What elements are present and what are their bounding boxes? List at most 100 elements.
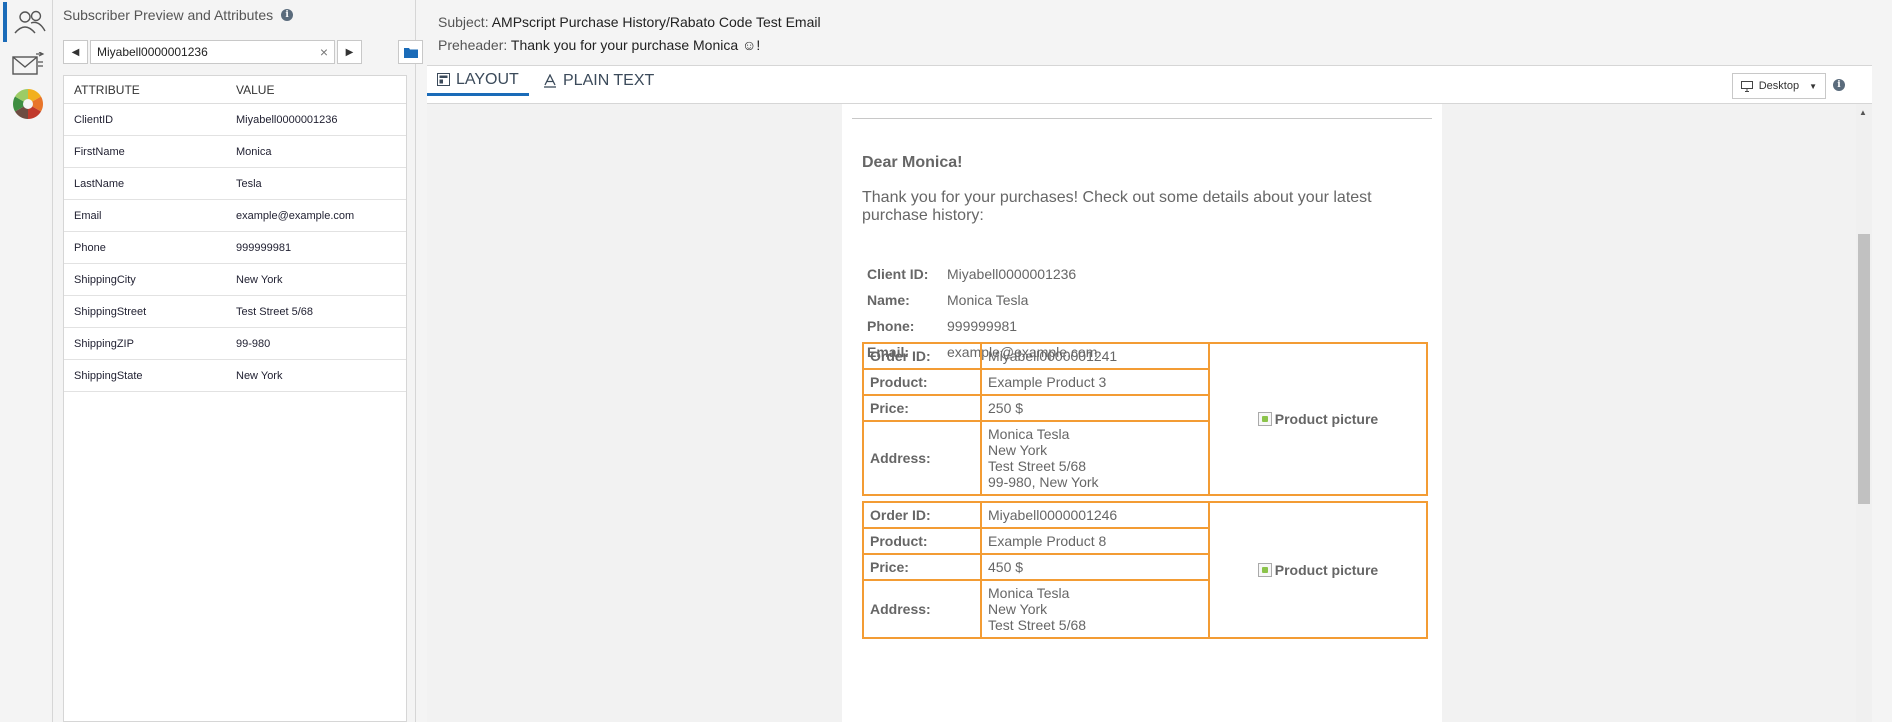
order-id-label: Order ID: [864,344,982,368]
scroll-up-icon[interactable]: ▲ [1859,108,1867,117]
subject-text: AMPscript Purchase History/Rabato Code T… [491,14,821,30]
product-picture-alt: Product picture [1274,411,1379,427]
layout-icon [437,73,450,86]
order-id-value: Miyabell0000001241 [982,344,1210,368]
product-picture: Product picture [1210,503,1426,637]
client-info-row: Phone: 999999981 [867,313,1097,339]
attribute-row[interactable]: Email example@example.com [64,200,406,232]
scroll-thumb[interactable] [1858,234,1870,504]
attribute-row[interactable]: ShippingStreet Test Street 5/68 [64,296,406,328]
product-value: Example Product 8 [982,529,1210,553]
attribute-name: ShippingStreet [74,305,147,318]
price-label: Price: [864,396,982,420]
broken-image-icon [1257,563,1272,577]
address-value: Monica Tesla New York Test Street 5/68 99-9… [982,422,1210,494]
caret-down-icon: ▼ [1809,81,1817,91]
attribute-row[interactable]: Phone 999999981 [64,232,406,264]
address-label: Address: [864,581,982,637]
subscriber-search-value: Miyabell0000001236 [97,45,208,59]
attribute-table: ATTRIBUTE VALUE ClientID Miyabell00000012… [63,75,407,722]
product-label: Product: [864,370,982,394]
attribute-row[interactable]: ShippingState New York [64,360,406,392]
browse-folder-button[interactable] [398,40,423,64]
divider [852,118,1432,119]
chevron-right-icon: ▶ [345,46,354,58]
attribute-name: FirstName [74,145,125,158]
address-line: Monica Tesla [988,585,1070,601]
preview-scrollbar[interactable]: ▲ [1856,104,1872,722]
product-label: Product: [864,529,982,553]
attribute-value: New York [236,273,283,286]
email-body: Dear Monica! Thank you for your purchase… [842,104,1442,722]
attribute-value: 99-980 [236,337,271,350]
client-info-label: Client ID: [867,266,929,282]
panel-header: Subscriber Preview and Attributes i [63,7,294,23]
attribute-row[interactable]: LastName Tesla [64,168,406,200]
attribute-value: example@example.com [236,209,355,222]
attribute-value: Test Street 5/68 [236,305,314,318]
rail-subscribers[interactable] [3,2,53,42]
attribute-row[interactable]: ShippingZIP 99-980 [64,328,406,360]
broken-image-icon [1257,412,1272,426]
info-icon[interactable]: i [281,9,294,21]
attribute-name: ShippingZIP [74,337,134,350]
attribute-value: 999999981 [236,241,292,254]
client-info-label: Name: [867,292,910,308]
subscriber-panel: Subscriber Preview and Attributes i ◀ Mi… [54,0,423,722]
preheader-label: Preheader: [438,37,508,53]
attribute-name: ShippingCity [74,273,136,286]
color-wheel-icon [12,89,44,119]
attribute-value: Monica [236,145,272,158]
attribute-row[interactable]: FirstName Monica [64,136,406,168]
address-label: Address: [864,422,982,494]
column-header-value: VALUE [236,82,275,97]
price-value: 250 $ [982,396,1210,420]
attribute-name: LastName [74,177,125,190]
order-table: Order ID: Miyabell0000001246 Product: Examp… [862,501,1428,639]
tab-layout-label: LAYOUT [456,70,519,88]
email-greeting: Dear Monica! [862,154,963,171]
device-info-icon[interactable]: i [1833,79,1845,91]
attribute-table-header: ATTRIBUTE VALUE [64,76,406,104]
device-selector[interactable]: Desktop ▼ [1731,73,1826,99]
client-info-row: Client ID: Miyabell0000001236 [867,261,1097,287]
order-id-label: Order ID: [864,503,982,527]
panel-title: Subscriber Preview and Attributes [63,7,274,23]
order-id-value: Miyabell0000001246 [982,503,1210,527]
address-line: New York [988,601,1048,617]
price-value: 450 $ [982,555,1210,579]
address-line: 99-980, New York [988,474,1099,490]
subject-line: Subject: AMPscript Purchase History/Raba… [438,14,821,30]
attribute-row[interactable]: ShippingCity New York [64,264,406,296]
attribute-name: ClientID [74,113,114,126]
subject-label: Subject: [438,14,489,30]
client-info-value: 999999981 [947,318,1018,334]
subscriber-search-input[interactable]: Miyabell0000001236 × [90,40,335,64]
attribute-name: Email [74,209,102,222]
attribute-name: ShippingState [74,369,143,382]
product-value: Example Product 3 [982,370,1210,394]
product-picture-alt: Product picture [1274,562,1379,578]
attribute-value: New York [236,369,283,382]
tab-layout[interactable]: LAYOUT [427,66,529,96]
rail-color[interactable] [3,84,53,124]
address-line: New York [988,442,1048,458]
main-preview-area: Subject: AMPscript Purchase History/Raba… [427,0,1892,722]
chevron-left-icon: ◀ [71,46,80,58]
email-header-info: Subject: AMPscript Purchase History/Raba… [427,0,1872,66]
previous-subscriber-button[interactable]: ◀ [63,40,88,64]
address-value: Monica Tesla New York Test Street 5/68 [982,581,1210,637]
clear-icon[interactable]: × [320,44,328,60]
preheader-line: Preheader: Thank you for your purchase M… [438,37,760,53]
view-tabs: LAYOUT PLAIN TEXT Desktop ▼ i [427,66,1872,104]
price-label: Price: [864,555,982,579]
attribute-row[interactable]: ClientID Miyabell0000001236 [64,104,406,136]
rail-email-send[interactable] [3,45,53,85]
monitor-icon [1740,80,1753,92]
email-preview-canvas: Dear Monica! Thank you for your purchase… [427,104,1872,722]
address-line: Test Street 5/68 [988,617,1087,633]
client-info-label: Phone: [867,318,915,334]
email-intro: Thank you for your purchases! Check out … [862,189,1372,224]
next-subscriber-button[interactable]: ▶ [337,40,362,64]
tab-plain-text[interactable]: PLAIN TEXT [533,66,664,96]
